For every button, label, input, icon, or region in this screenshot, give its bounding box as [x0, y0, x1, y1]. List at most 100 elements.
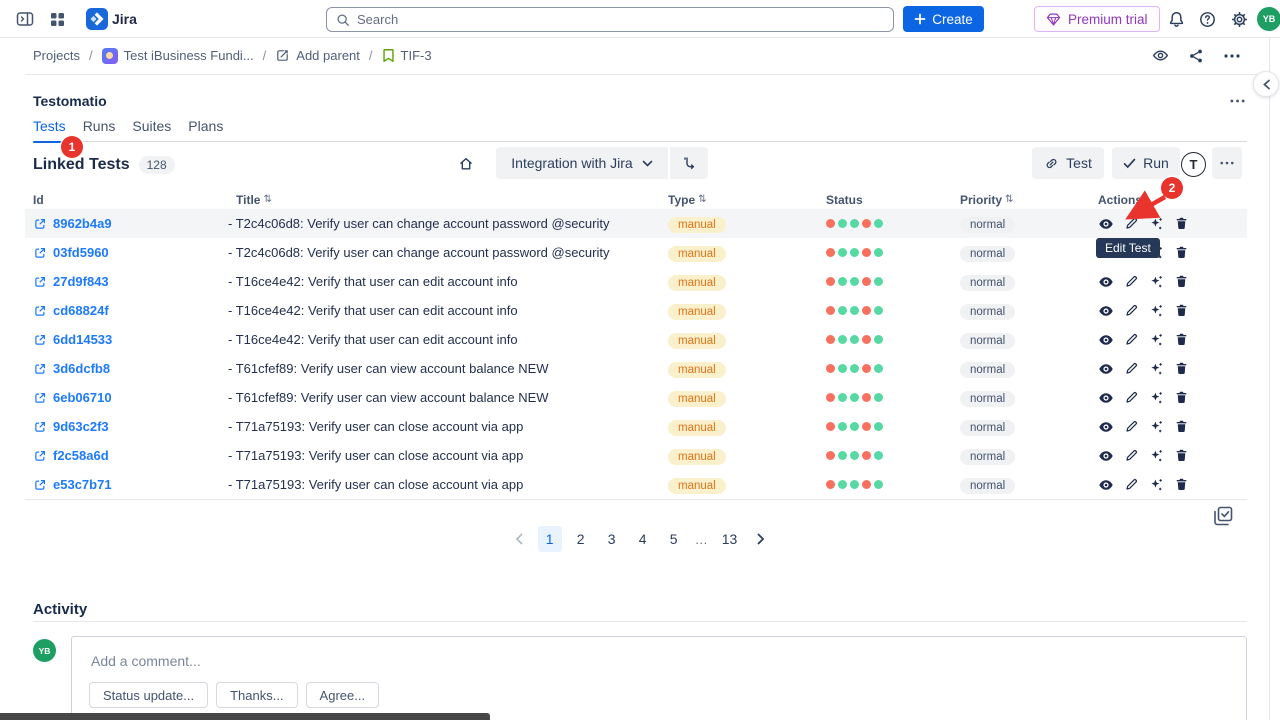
tree-view-icon[interactable]: [670, 147, 708, 179]
test-title: - T61cfef89: Verify user can view accoun…: [228, 390, 668, 405]
page-4[interactable]: 4: [631, 526, 655, 552]
delete-test-icon[interactable]: [1173, 448, 1189, 464]
quick-reply-button[interactable]: Status update...: [89, 682, 208, 708]
test-id-link[interactable]: cd68824f: [53, 303, 109, 318]
view-test-icon[interactable]: [1098, 477, 1114, 493]
page-5[interactable]: 5: [662, 526, 686, 552]
delete-test-icon[interactable]: [1173, 274, 1189, 290]
column-header-title[interactable]: Title⇅: [228, 193, 668, 207]
ai-sparkles-icon[interactable]: [1148, 361, 1164, 377]
search-input[interactable]: [357, 12, 884, 27]
delete-test-icon[interactable]: [1173, 361, 1189, 377]
table-row: cd68824f - T16ce4e42: Verify that user c…: [25, 296, 1247, 325]
delete-test-icon[interactable]: [1173, 303, 1189, 319]
page-13[interactable]: 13: [717, 526, 743, 552]
test-id-link[interactable]: e53c7b71: [53, 477, 112, 492]
ai-sparkles-icon[interactable]: [1148, 419, 1164, 435]
delete-test-icon[interactable]: [1173, 477, 1189, 493]
delete-test-icon[interactable]: [1173, 390, 1189, 406]
view-test-icon[interactable]: [1098, 361, 1114, 377]
edit-test-icon[interactable]: [1123, 332, 1139, 348]
search-bar[interactable]: [326, 7, 894, 32]
comment-placeholder[interactable]: Add a comment...: [91, 653, 1246, 669]
view-test-icon[interactable]: [1098, 274, 1114, 290]
app-switcher-icon[interactable]: [48, 10, 66, 28]
page-1[interactable]: 1: [538, 526, 562, 552]
priority-badge: normal: [960, 217, 1015, 233]
edit-test-icon[interactable]: [1123, 448, 1139, 464]
test-id-link[interactable]: 6eb06710: [53, 390, 112, 405]
view-test-icon[interactable]: [1098, 419, 1114, 435]
jira-logo[interactable]: [86, 8, 108, 30]
delete-test-icon[interactable]: [1173, 332, 1189, 348]
comment-box[interactable]: Add a comment... Status update... Thanks.…: [71, 636, 1247, 720]
status-dot-green: [874, 335, 883, 344]
link-test-button[interactable]: Test: [1032, 147, 1104, 179]
quick-reply-button[interactable]: Thanks...: [216, 682, 297, 708]
edit-test-icon[interactable]: [1123, 361, 1139, 377]
ai-sparkles-icon[interactable]: [1148, 332, 1164, 348]
view-test-icon[interactable]: [1098, 303, 1114, 319]
settings-gear-icon[interactable]: [1231, 11, 1248, 28]
panel-more-icon[interactable]: [1224, 90, 1250, 112]
page-3[interactable]: 3: [600, 526, 624, 552]
quick-reply-button[interactable]: Agree...: [306, 682, 380, 708]
home-icon[interactable]: [452, 150, 480, 177]
delete-test-icon[interactable]: [1173, 419, 1189, 435]
test-id-link[interactable]: 03fd5960: [53, 245, 109, 260]
edit-test-icon[interactable]: [1123, 274, 1139, 290]
integration-dropdown[interactable]: Integration with Jira: [496, 147, 668, 179]
help-icon[interactable]: [1199, 11, 1216, 28]
ai-sparkles-icon[interactable]: [1148, 274, 1164, 290]
test-id-link[interactable]: 27d9f843: [53, 274, 109, 289]
view-test-icon[interactable]: [1098, 332, 1114, 348]
panel-actions-more-button[interactable]: [1212, 147, 1242, 179]
share-icon[interactable]: [1180, 41, 1212, 70]
premium-trial-button[interactable]: Premium trial: [1034, 6, 1160, 32]
tab-runs[interactable]: Runs: [83, 118, 116, 142]
previous-page-icon[interactable]: [507, 526, 531, 552]
breadcrumb-project-link[interactable]: Test iBusiness Fundi...: [102, 48, 254, 64]
add-parent-link[interactable]: Add parent: [275, 48, 360, 63]
testomatio-logo[interactable]: T: [1181, 152, 1206, 177]
notifications-bell-icon[interactable]: [1168, 11, 1185, 28]
test-id-link[interactable]: 8962b4a9: [53, 216, 112, 231]
breadcrumb-projects-link[interactable]: Projects: [33, 48, 80, 63]
view-test-icon[interactable]: [1098, 448, 1114, 464]
delete-test-icon[interactable]: [1173, 245, 1189, 261]
sidebar-toggle-icon[interactable]: [16, 10, 34, 28]
run-button[interactable]: Run: [1112, 147, 1180, 179]
column-header-priority[interactable]: Priority⇅: [960, 193, 1098, 207]
ai-sparkles-icon[interactable]: [1148, 303, 1164, 319]
actions-cell: [1098, 448, 1247, 464]
ai-sparkles-icon[interactable]: [1148, 390, 1164, 406]
tab-plans[interactable]: Plans: [188, 118, 223, 142]
ai-sparkles-icon[interactable]: [1148, 448, 1164, 464]
column-header-type[interactable]: Type⇅: [668, 193, 826, 207]
tab-suites[interactable]: Suites: [132, 118, 171, 142]
ai-sparkles-icon[interactable]: [1148, 477, 1164, 493]
collapse-panel-chevron-button[interactable]: [1253, 71, 1279, 97]
user-avatar[interactable]: YB: [1257, 7, 1280, 31]
status-dots: [826, 219, 960, 228]
edit-test-icon[interactable]: [1123, 390, 1139, 406]
page-2[interactable]: 2: [569, 526, 593, 552]
priority-badge: normal: [960, 246, 1015, 262]
edit-test-icon[interactable]: [1123, 477, 1139, 493]
edit-test-icon[interactable]: [1123, 419, 1139, 435]
watch-eye-icon[interactable]: [1144, 41, 1176, 70]
edit-test-icon[interactable]: [1123, 303, 1139, 319]
test-id-link[interactable]: 3d6dcfb8: [53, 361, 110, 376]
test-id-link[interactable]: 9d63c2f3: [53, 419, 109, 434]
test-id-link[interactable]: f2c58a6d: [53, 448, 109, 463]
next-page-icon[interactable]: [749, 526, 773, 552]
view-test-icon[interactable]: [1098, 390, 1114, 406]
test-id-link[interactable]: 6dd14533: [53, 332, 112, 347]
tab-tests[interactable]: Tests: [33, 118, 66, 142]
breadcrumb-more-icon[interactable]: [1216, 41, 1248, 70]
issue-key-link[interactable]: TIF-3: [382, 48, 432, 63]
id-cell: e53c7b71: [25, 477, 228, 492]
view-test-icon[interactable]: [1098, 216, 1114, 232]
create-button[interactable]: Create: [903, 6, 984, 32]
bulk-select-icon[interactable]: [1212, 505, 1234, 527]
